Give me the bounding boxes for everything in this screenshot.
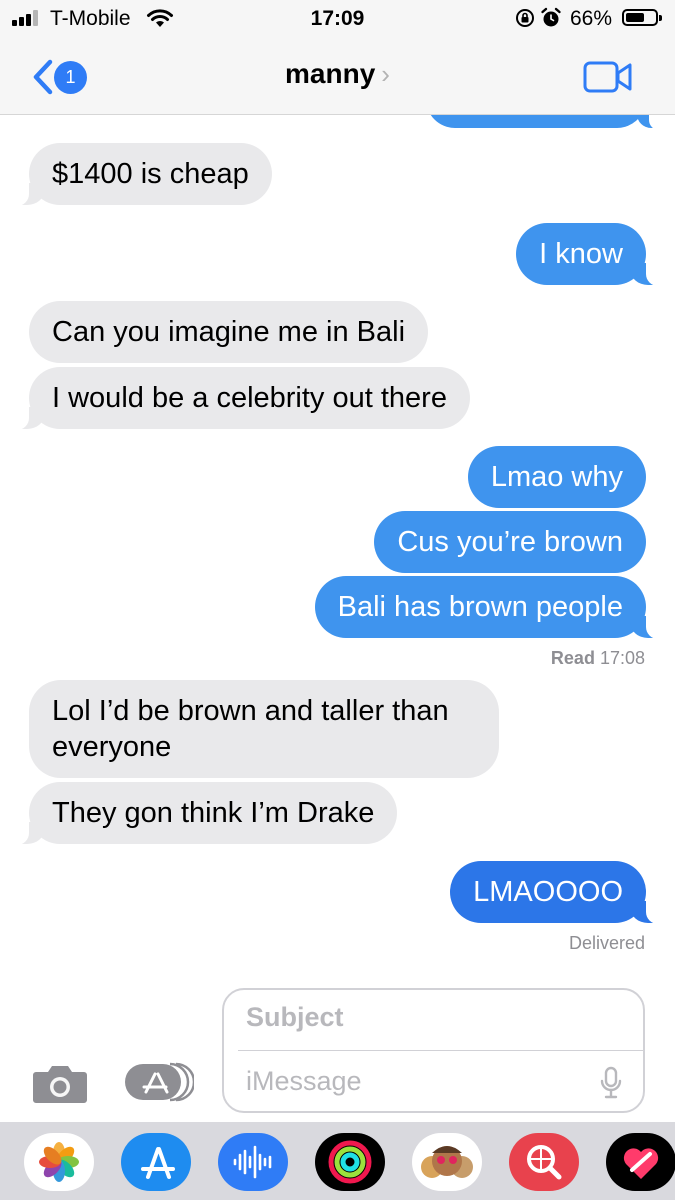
facetime-video-icon[interactable] [583, 60, 633, 94]
contact-name-button[interactable]: manny › [0, 58, 675, 90]
imessage-app-drawer [0, 1122, 675, 1200]
incoming-message[interactable]: Lol I’d be brown and taller than everyon… [29, 680, 499, 778]
camera-icon[interactable] [32, 1060, 88, 1104]
message-text: I know [539, 238, 623, 270]
outgoing-message[interactable]: Lmao why [467, 446, 646, 508]
audio-message-app-icon[interactable] [218, 1133, 288, 1191]
message-text: I would be a celebrity out there [52, 382, 447, 414]
battery-percent: 66% [570, 7, 613, 30]
activity-app-icon[interactable] [315, 1133, 385, 1191]
outgoing-message[interactable]: Bali has brown people [314, 576, 661, 639]
app-store-drawer-icon[interactable] [124, 1060, 194, 1104]
photos-app-icon[interactable] [24, 1133, 94, 1191]
message-text: Lol I’d be brown and taller than everyon… [52, 695, 449, 763]
outgoing-message[interactable]: LMAOOOO [450, 861, 660, 924]
message-text: They gon think I’m Drake [52, 797, 375, 829]
outgoing-message[interactable]: Cus you’re brown [374, 511, 646, 573]
message-text: Can you imagine me in Bali [52, 316, 406, 348]
read-time: 17:08 [599, 648, 645, 668]
compose-field[interactable]: Subject iMessage [222, 988, 645, 1113]
digital-touch-app-icon[interactable] [606, 1133, 675, 1191]
read-receipt: Read 17:08 [551, 648, 645, 669]
message-text: $1400 is cheap [52, 158, 249, 190]
battery-icon [622, 9, 662, 26]
message-text: Lmao why [490, 461, 623, 493]
compose-divider [238, 1050, 643, 1051]
alarm-icon [541, 7, 561, 27]
message-text: Cus you’re brown [397, 526, 623, 558]
image-search-app-icon[interactable] [509, 1133, 579, 1191]
outgoing-message[interactable]: I know [516, 223, 660, 286]
contact-name: manny [285, 58, 376, 89]
incoming-message[interactable]: $1400 is cheap [15, 143, 272, 206]
delivered-receipt: Delivered [568, 933, 645, 953]
read-label: Read [550, 648, 595, 668]
app-store-app-icon[interactable] [121, 1133, 191, 1191]
imessage-input[interactable]: iMessage [246, 1066, 362, 1097]
status-bar: T-Mobile 17:09 66% [0, 0, 675, 40]
conversation-header: T-Mobile 17:09 66% 1 manny › [0, 0, 675, 115]
subject-input[interactable]: Subject [246, 1002, 344, 1033]
message-text: Bali has brown people [337, 591, 623, 623]
microphone-icon[interactable] [599, 1066, 623, 1100]
chevron-right-icon: › [381, 59, 390, 89]
incoming-message[interactable]: They gon think I’m Drake [14, 782, 398, 845]
rotation-lock-icon [516, 9, 534, 27]
incoming-message[interactable]: I would be a celebrity out there [15, 367, 470, 430]
message-text: LMAOOOO [473, 876, 623, 908]
incoming-message[interactable]: Can you imagine me in Bali [29, 301, 429, 363]
memoji-app-icon[interactable] [412, 1133, 482, 1191]
